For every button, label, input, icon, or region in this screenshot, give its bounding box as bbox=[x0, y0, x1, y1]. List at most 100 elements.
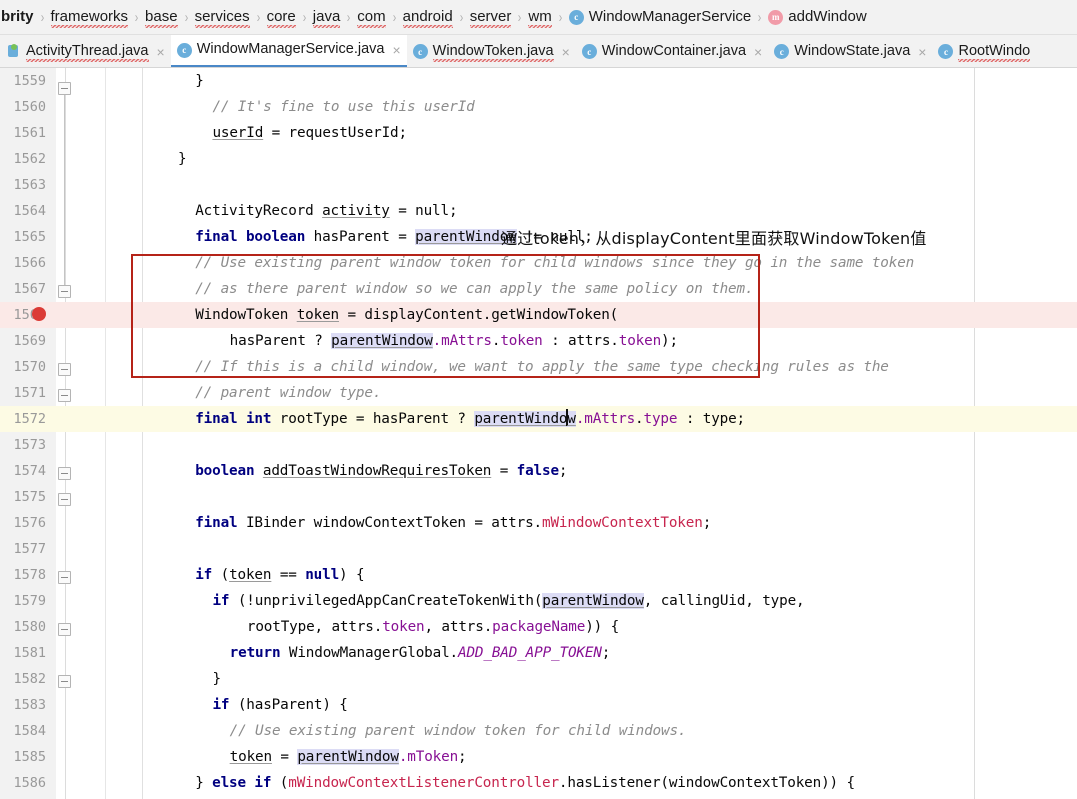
fold-marker-icon[interactable] bbox=[58, 82, 71, 95]
fold-marker-icon[interactable] bbox=[58, 467, 71, 480]
code-text[interactable]: } bbox=[195, 68, 204, 94]
fold-marker-icon[interactable] bbox=[58, 675, 71, 688]
code-text[interactable]: return WindowManagerGlobal.ADD_BAD_APP_T… bbox=[230, 640, 611, 666]
code-text[interactable]: token = parentWindow.mToken; bbox=[230, 744, 467, 770]
code-editor[interactable]: 1559} 1560 // It's fine to use this userId… bbox=[0, 68, 1077, 799]
fold-marker-icon[interactable] bbox=[58, 285, 71, 298]
code-text[interactable]: WindowToken token = displayContent.getWi… bbox=[195, 302, 618, 328]
breadcrumb-separator: › bbox=[459, 8, 463, 26]
breadcrumb-item-wm[interactable]: wm bbox=[527, 8, 553, 28]
breadcrumb-item-base[interactable]: base bbox=[144, 8, 179, 28]
code-line[interactable]: 1575 bbox=[0, 484, 1077, 510]
code-text[interactable]: final int rootType = hasParent ? parentW… bbox=[195, 406, 745, 432]
code-text[interactable]: hasParent ? parentWindow.mAttrs.token : … bbox=[230, 328, 678, 354]
breadcrumb-item-addwindow[interactable]: m addWindow bbox=[767, 8, 867, 26]
close-icon[interactable]: × bbox=[562, 45, 570, 59]
tab-windowcontainer-java[interactable]: c WindowContainer.java × bbox=[576, 35, 768, 67]
tab-rootwindo[interactable]: c RootWindo bbox=[932, 35, 1036, 67]
breadcrumb-item-services[interactable]: services bbox=[194, 8, 251, 28]
code-line[interactable]: 1569 hasParent ? parentWindow.mAttrs.toke… bbox=[0, 328, 1077, 354]
tab-label: WindowState.java bbox=[794, 42, 911, 59]
close-icon[interactable]: × bbox=[392, 43, 400, 57]
tab-activitythread-java[interactable]: ActivityThread.java × bbox=[0, 35, 171, 67]
tab-windowtoken-java[interactable]: c WindowToken.java × bbox=[407, 35, 576, 67]
code-line[interactable]: 1566 // Use existing parent window token … bbox=[0, 250, 1077, 276]
code-line[interactable]: 1573 bbox=[0, 432, 1077, 458]
code-line[interactable]: 1574 boolean addToastWindowRequiresToken … bbox=[0, 458, 1077, 484]
close-icon[interactable]: × bbox=[918, 45, 926, 59]
code-line[interactable]: 1579 if (!unprivilegedAppCanCreateTokenWi… bbox=[0, 588, 1077, 614]
code-text[interactable]: rootType, attrs.token, attrs.packageName… bbox=[247, 614, 619, 640]
code-line[interactable]: 1570 // If this is a child window, we wan… bbox=[0, 354, 1077, 380]
code-text[interactable]: // parent window type. bbox=[195, 380, 381, 406]
code-line[interactable]: 1561 userId = requestUserId; bbox=[0, 120, 1077, 146]
tab-windowmanagerservice-java[interactable]: c WindowManagerService.java × bbox=[170, 35, 407, 67]
code-line[interactable]: 1567 // as there parent window so we can … bbox=[0, 276, 1077, 302]
fold-marker-icon[interactable] bbox=[58, 623, 71, 636]
class-icon: c bbox=[568, 9, 584, 25]
breadcrumb: brity › frameworks › base › services › core › java… bbox=[0, 0, 1077, 35]
chinese-annotation: 通过token，从displayContent里面获取WindowToken值 bbox=[501, 229, 927, 248]
code-line[interactable]: 1585 token = parentWindow.mToken; bbox=[0, 744, 1077, 770]
code-line[interactable]: 1577 bbox=[0, 536, 1077, 562]
code-text[interactable]: boolean addToastWindowRequiresToken = fa… bbox=[195, 458, 567, 484]
breadcrumb-item-com[interactable]: com bbox=[356, 8, 386, 28]
breadcrumb-item-core[interactable]: core bbox=[266, 8, 297, 28]
line-number: 1582 bbox=[13, 671, 46, 687]
line-number: 1583 bbox=[13, 697, 46, 713]
fold-region-line bbox=[64, 95, 65, 285]
code-line[interactable]: 1571 // parent window type. bbox=[0, 380, 1077, 406]
code-line[interactable]: 1580 rootType, attrs.token, attrs.package… bbox=[0, 614, 1077, 640]
breadcrumb-item-java[interactable]: java bbox=[312, 8, 342, 28]
code-line[interactable]: 1576 final IBinder windowContextToken = a… bbox=[0, 510, 1077, 536]
code-text[interactable]: // as there parent window so we can appl… bbox=[195, 276, 753, 302]
code-line[interactable]: 1563 bbox=[0, 172, 1077, 198]
breadcrumb-separator: › bbox=[392, 8, 396, 26]
code-line[interactable]: 1586} else if (mWindowContextListenerCon… bbox=[0, 770, 1077, 796]
code-text[interactable]: // It's fine to use this userId bbox=[212, 94, 474, 120]
code-line[interactable]: 1560 // It's fine to use this userId bbox=[0, 94, 1077, 120]
code-line[interactable]: 1572 final int rootType = hasParent ? par… bbox=[0, 406, 1077, 432]
code-line[interactable]: 1562} bbox=[0, 146, 1077, 172]
code-text[interactable]: if (token == null) { bbox=[195, 562, 364, 588]
code-text[interactable]: if (!unprivilegedAppCanCreateTokenWith(p… bbox=[212, 588, 805, 614]
tab-windowstate-java[interactable]: c WindowState.java × bbox=[768, 35, 932, 67]
code-text[interactable]: } bbox=[178, 146, 187, 172]
close-icon[interactable]: × bbox=[754, 45, 762, 59]
tab-label: WindowContainer.java bbox=[601, 42, 747, 59]
code-line[interactable]: 1584 // Use existing parent window token … bbox=[0, 718, 1077, 744]
code-text[interactable]: // Use existing parent window token for … bbox=[195, 250, 914, 276]
fold-marker-icon[interactable] bbox=[58, 571, 71, 584]
code-text[interactable]: final IBinder windowContextToken = attrs… bbox=[195, 510, 711, 536]
code-text[interactable]: // Use existing parent window token for … bbox=[230, 718, 687, 744]
code-line[interactable]: 1559} bbox=[0, 68, 1077, 94]
close-icon[interactable]: × bbox=[157, 45, 165, 59]
code-line[interactable]: 1568 WindowToken token = displayContent.g… bbox=[0, 302, 1077, 328]
code-line[interactable]: 1581 return WindowManagerGlobal.ADD_BAD_A… bbox=[0, 640, 1077, 666]
breadcrumb-item-windowmanagerservice[interactable]: c WindowManagerService bbox=[568, 8, 753, 26]
breadcrumb-item-android[interactable]: android bbox=[402, 8, 454, 28]
breadcrumb-item-frameworks[interactable]: frameworks bbox=[50, 8, 130, 28]
fold-marker-icon[interactable] bbox=[58, 363, 71, 376]
code-text[interactable]: } bbox=[212, 666, 221, 692]
code-text[interactable]: ActivityRecord activity = null; bbox=[195, 198, 457, 224]
code-text[interactable]: } else if (mWindowContextListenerControl… bbox=[195, 770, 855, 796]
line-number: 1577 bbox=[13, 541, 46, 557]
code-line[interactable]: 1564 ActivityRecord activity = null; bbox=[0, 198, 1077, 224]
code-line[interactable]: 1578 if (token == null) { bbox=[0, 562, 1077, 588]
breadcrumb-item-server[interactable]: server bbox=[469, 8, 513, 28]
breadcrumb-item-label: server bbox=[469, 8, 512, 28]
line-number: 1563 bbox=[13, 177, 46, 193]
code-text[interactable]: userId = requestUserId; bbox=[212, 120, 407, 146]
breadcrumb-item-brity[interactable]: brity bbox=[0, 8, 35, 26]
fold-marker-icon[interactable] bbox=[58, 389, 71, 402]
code-line[interactable]: 1582} bbox=[0, 666, 1077, 692]
code-lines[interactable]: 1559} 1560 // It's fine to use this userId… bbox=[0, 68, 1077, 796]
code-text[interactable]: // If this is a child window, we want to… bbox=[195, 354, 889, 380]
code-line[interactable]: 1583 if (hasParent) { bbox=[0, 692, 1077, 718]
code-text[interactable]: if (hasParent) { bbox=[212, 692, 347, 718]
breadcrumb-separator: › bbox=[256, 8, 260, 26]
breakpoint-icon[interactable] bbox=[32, 307, 46, 321]
fold-marker-icon[interactable] bbox=[58, 493, 71, 506]
breadcrumb-item-label: base bbox=[145, 8, 178, 28]
